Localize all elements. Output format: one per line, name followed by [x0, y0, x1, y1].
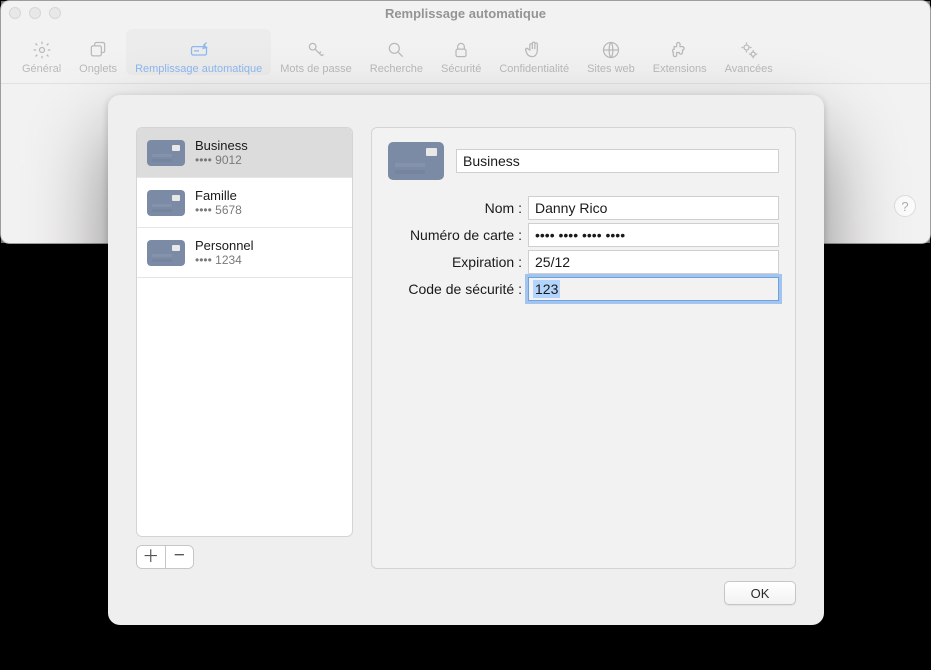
credit-card-list[interactable]: Business •••• 9012 Famille •••• 5678 Per… — [136, 127, 353, 537]
card-name: Business — [195, 138, 248, 154]
label-name: Nom : — [388, 200, 528, 216]
card-icon — [147, 190, 185, 216]
card-name: Personnel — [195, 238, 254, 254]
card-icon — [147, 140, 185, 166]
card-icon — [388, 142, 444, 180]
card-masked-number: •••• 1234 — [195, 253, 254, 267]
card-masked-number: •••• 9012 — [195, 153, 248, 167]
card-expiry-input[interactable] — [528, 250, 779, 274]
credit-cards-sheet: Business •••• 9012 Famille •••• 5678 Per… — [108, 95, 824, 625]
card-title-input[interactable] — [456, 149, 779, 173]
remove-card-button[interactable]: − — [166, 546, 194, 568]
label-security: Code de sécurité : — [388, 281, 528, 297]
card-icon — [147, 240, 185, 266]
card-detail-panel: Nom : Numéro de carte : Expiration : Cod… — [371, 127, 796, 569]
label-number: Numéro de carte : — [388, 227, 528, 243]
card-list-row[interactable]: Famille •••• 5678 — [137, 178, 352, 228]
add-card-button[interactable]: ＋ — [137, 546, 166, 568]
card-security-code-input[interactable] — [528, 277, 779, 301]
card-number-input[interactable] — [528, 223, 779, 247]
card-name: Famille — [195, 188, 242, 204]
card-list-row[interactable]: Personnel •••• 1234 — [137, 228, 352, 278]
ok-button[interactable]: OK — [724, 581, 796, 605]
card-masked-number: •••• 5678 — [195, 203, 242, 217]
card-list-row[interactable]: Business •••• 9012 — [137, 128, 352, 178]
add-remove-control: ＋ − — [136, 545, 194, 569]
label-expiry: Expiration : — [388, 254, 528, 270]
cardholder-name-input[interactable] — [528, 196, 779, 220]
